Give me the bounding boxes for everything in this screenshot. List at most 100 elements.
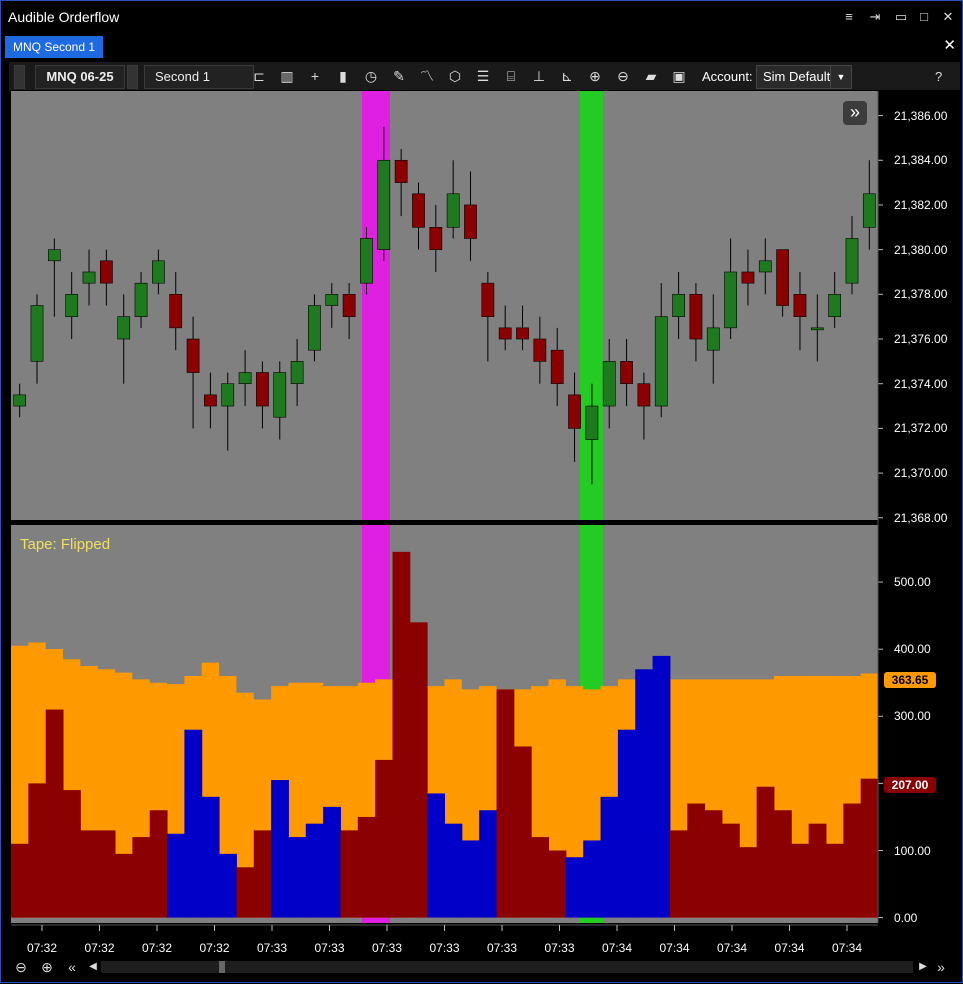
tape-bar — [773, 810, 792, 918]
time-tick-label: 07:32 — [84, 941, 115, 955]
scrollbar-thumb[interactable] — [219, 961, 225, 973]
tape-tick-label: 300.00 — [894, 709, 931, 724]
expand-icon[interactable]: » — [843, 101, 867, 125]
candle — [724, 271, 737, 329]
time-tick-label: 07:33 — [544, 941, 575, 955]
price-tick-label: 21,378.00 — [894, 287, 948, 302]
candle — [741, 271, 755, 284]
tape-bar — [808, 823, 827, 918]
tape-bar — [28, 783, 47, 918]
candle — [481, 282, 495, 317]
tape-bar — [548, 850, 567, 918]
candle — [221, 383, 235, 407]
tape-bar — [843, 803, 862, 918]
candle — [862, 193, 876, 228]
tape-bar — [756, 786, 775, 918]
candle — [793, 294, 807, 317]
price-tick-label: 21,368.00 — [894, 510, 948, 525]
candle — [828, 294, 842, 317]
time-tick-label: 07:33 — [314, 941, 345, 955]
tape-bar — [375, 759, 393, 918]
tape-tick-label: 500.00 — [894, 575, 931, 590]
candle — [672, 294, 685, 317]
candle — [845, 238, 859, 284]
tape-bar — [184, 729, 203, 918]
tape-bar — [323, 806, 341, 918]
candle — [412, 193, 425, 228]
candle — [100, 260, 113, 284]
tape-bar — [392, 551, 411, 918]
candle — [585, 405, 599, 440]
tape-bar — [531, 837, 550, 918]
price-tick-label: 21,384.00 — [894, 153, 948, 168]
tape-bar — [11, 843, 29, 918]
tape-bar — [132, 837, 151, 918]
candle — [810, 327, 824, 331]
time-tick-label: 07:34 — [659, 941, 690, 955]
scroll-right-icon[interactable]: ▶ — [914, 958, 932, 976]
time-tick-label: 07:34 — [831, 941, 863, 955]
candle — [30, 305, 44, 362]
price-tick-label: 21,370.00 — [894, 466, 948, 481]
tape-bar — [669, 830, 688, 918]
candle — [602, 361, 616, 407]
zoom-out-icon[interactable]: ⊖ — [12, 958, 30, 976]
panel-divider — [11, 520, 878, 525]
tape-bar — [444, 823, 463, 918]
tape-bar — [45, 709, 64, 918]
tape-bar — [253, 830, 272, 918]
tape-tick-label: 0.00 — [894, 910, 918, 925]
time-tick-label: 07:33 — [371, 941, 403, 955]
candle — [446, 193, 460, 228]
tape-bar — [236, 867, 255, 918]
highlight-column — [362, 91, 390, 520]
tape-bar — [721, 823, 740, 918]
tape-bar — [513, 746, 532, 918]
price-tick-label: 21,374.00 — [894, 376, 948, 391]
time-tick-label: 07:34 — [601, 941, 633, 955]
tape-bar — [167, 833, 185, 918]
candle — [516, 327, 529, 340]
candle — [325, 294, 339, 306]
tape-bar — [565, 857, 584, 918]
candle — [637, 383, 651, 407]
tape-bar — [687, 803, 706, 918]
price-tick-label: 21,382.00 — [894, 197, 948, 212]
candle — [429, 226, 443, 250]
price-tick-label: 21,376.00 — [894, 332, 948, 347]
scroll-to-start-icon[interactable]: « — [63, 958, 81, 976]
tape-indicator-label: Tape: Flipped — [20, 536, 111, 553]
tape-bar — [63, 790, 81, 918]
tape-bar — [461, 840, 480, 918]
candle — [186, 338, 200, 373]
candle — [152, 260, 165, 284]
scroll-left-icon[interactable]: ◀ — [84, 958, 102, 976]
candle — [620, 361, 633, 385]
tape-bar — [496, 689, 515, 918]
candle — [464, 204, 477, 239]
candle — [256, 372, 269, 407]
price-tick-label: 21,380.00 — [894, 242, 948, 257]
time-tick-label: 07:32 — [26, 941, 58, 955]
candle — [706, 327, 720, 351]
tape-bar — [583, 840, 602, 918]
candle — [47, 249, 61, 262]
tape-bar — [652, 655, 671, 918]
tape-bar — [149, 810, 168, 918]
tape-bar — [600, 796, 619, 918]
time-tick-label: 07:33 — [256, 941, 288, 955]
chart-canvas[interactable] — [1, 1, 963, 984]
tape-bar — [219, 853, 237, 918]
scroll-to-end-icon[interactable]: » — [932, 958, 950, 976]
candle — [568, 394, 581, 429]
tape-bar — [340, 830, 359, 918]
candle — [117, 316, 131, 340]
time-tick-label: 07:34 — [716, 941, 748, 955]
zoom-in-icon[interactable]: ⊕ — [38, 958, 56, 976]
candle — [273, 372, 287, 418]
time-tick-label: 07:32 — [141, 941, 173, 955]
candle — [204, 394, 217, 407]
candle — [82, 271, 96, 284]
tape-bar — [617, 729, 636, 918]
price-tick-label: 21,386.00 — [894, 108, 948, 123]
